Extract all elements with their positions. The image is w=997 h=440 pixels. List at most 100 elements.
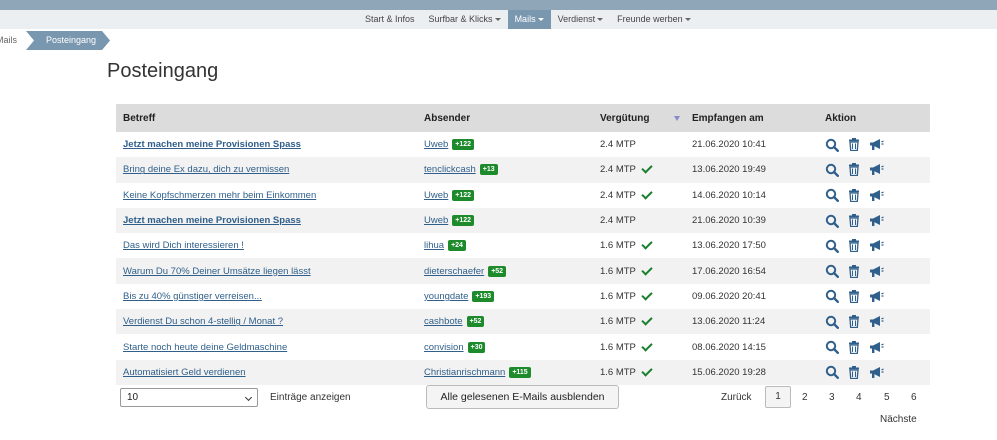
- trash-icon[interactable]: [848, 163, 860, 177]
- sort-desc-icon: [674, 116, 680, 121]
- trash-icon[interactable]: [848, 315, 860, 329]
- page-button-6[interactable]: 6: [911, 392, 917, 403]
- hide-read-button[interactable]: Alle gelesenen E-Mails ausblenden: [426, 385, 619, 409]
- nav-item-label: Verdienst: [557, 14, 596, 24]
- check-icon: [641, 188, 653, 200]
- mail-subject-link[interactable]: Verdienst Du schon 4-stellig / Monat ?: [123, 316, 283, 327]
- mail-subject-link[interactable]: Starte noch heute deine Geldmaschine: [123, 342, 287, 353]
- reward-value: 2.4 MTP: [600, 215, 636, 227]
- sender-badge: +24: [448, 240, 466, 252]
- reward-value: 1.6 MTP: [600, 341, 636, 353]
- sender-link[interactable]: convision: [424, 342, 464, 353]
- megaphone-icon[interactable]: [869, 189, 884, 202]
- sender-link[interactable]: Uweb: [424, 190, 448, 201]
- nav-item-label: Mails: [514, 14, 536, 24]
- trash-icon[interactable]: [848, 289, 860, 303]
- nav-item-start-infos[interactable]: Start & Infos: [358, 10, 422, 29]
- magnifier-icon[interactable]: [825, 315, 839, 329]
- table-body: Jetzt machen meine Provisionen Spass Uwe…: [116, 132, 930, 385]
- trash-icon[interactable]: [848, 138, 860, 152]
- mail-subject-link[interactable]: Keine Kopfschmerzen mehr beim Einkommen: [123, 190, 316, 201]
- megaphone-icon[interactable]: [869, 366, 884, 379]
- page-size-value: 10: [127, 392, 139, 403]
- nav-item-freunde-werben[interactable]: Freunde werben: [610, 10, 698, 29]
- nav-item-surfbar-klicks[interactable]: Surfbar & Klicks: [422, 10, 508, 29]
- megaphone-icon[interactable]: [869, 315, 884, 328]
- trash-icon[interactable]: [848, 264, 860, 278]
- caret-down-icon: [537, 18, 544, 22]
- page-button-5[interactable]: 5: [884, 392, 890, 403]
- magnifier-icon[interactable]: [825, 163, 839, 177]
- magnifier-icon[interactable]: [825, 340, 839, 355]
- trash-icon[interactable]: [848, 239, 860, 253]
- megaphone-icon[interactable]: [869, 214, 884, 227]
- sender-link[interactable]: Christianrischmann: [424, 367, 505, 378]
- sender-link[interactable]: dieterschaefer: [424, 266, 484, 277]
- caret-down-icon: [684, 18, 691, 22]
- table-row: Das wird Dich interessieren ! lihua +24 1…: [116, 233, 930, 259]
- magnifier-icon[interactable]: [825, 214, 839, 228]
- mail-subject-link[interactable]: Bring deine Ex dazu, dich zu vermissen: [123, 164, 289, 175]
- sender-link[interactable]: youngdate: [424, 291, 468, 302]
- reward-value: 1.6 MTP: [600, 240, 636, 252]
- megaphone-icon[interactable]: [869, 341, 884, 354]
- sender-link[interactable]: lihua: [424, 240, 444, 251]
- check-icon: [641, 263, 653, 276]
- check-icon: [641, 162, 653, 175]
- magnifier-icon[interactable]: [825, 264, 839, 279]
- reward-value: 1.6 MTP: [600, 265, 636, 277]
- sender-link[interactable]: tenclickcash: [424, 164, 476, 175]
- table-row: Verdienst Du schon 4-stellig / Monat ? c…: [116, 309, 930, 335]
- page-button-2[interactable]: 2: [802, 392, 808, 403]
- page-size-select[interactable]: 10: [120, 388, 258, 407]
- received-date: 14.06.2020 10:14: [692, 189, 766, 201]
- main-navigation: Start & Infos Surfbar & Klicks Mails Verdie…: [0, 10, 997, 29]
- mail-subject-link[interactable]: Das wird Dich interessieren !: [123, 240, 244, 251]
- page-title: Posteingang: [107, 60, 219, 82]
- sender-link[interactable]: Uweb: [424, 139, 448, 150]
- table-row: Starte noch heute deine Geldmaschine con…: [116, 334, 930, 360]
- nav-item-mails[interactable]: Mails: [507, 10, 551, 29]
- magnifier-icon[interactable]: [825, 188, 839, 203]
- mail-subject-link[interactable]: Warum Du 70% Deiner Umsätze liegen lässt: [123, 266, 311, 277]
- chevron-down-icon: [244, 393, 253, 402]
- table-row: Jetzt machen meine Provisionen Spass Uwe…: [116, 207, 930, 234]
- header-sender[interactable]: Absender: [424, 113, 470, 124]
- trash-icon[interactable]: [848, 214, 860, 228]
- magnifier-icon[interactable]: [825, 239, 839, 253]
- next-page-button[interactable]: Nächste: [880, 414, 917, 425]
- mail-subject-link[interactable]: Jetzt machen meine Provisionen Spass: [123, 215, 301, 226]
- table-row: Warum Du 70% Deiner Umsätze liegen lässt…: [116, 258, 930, 284]
- header-subject[interactable]: Betreff: [123, 113, 155, 124]
- mail-subject-link[interactable]: Jetzt machen meine Provisionen Spass: [123, 139, 301, 150]
- header-action: Aktion: [825, 112, 857, 124]
- nav-item-label: Freunde werben: [617, 14, 683, 24]
- magnifier-icon[interactable]: [825, 138, 839, 152]
- megaphone-icon[interactable]: [869, 290, 884, 303]
- magnifier-icon[interactable]: [825, 365, 839, 380]
- mail-subject-link[interactable]: Bis zu 40% günstiger verreisen...: [123, 291, 262, 302]
- trash-icon[interactable]: [848, 365, 860, 379]
- breadcrumb-posteingang: Posteingang: [26, 31, 110, 50]
- megaphone-icon[interactable]: [869, 163, 884, 176]
- trash-icon[interactable]: [848, 340, 860, 354]
- magnifier-icon[interactable]: [825, 289, 839, 304]
- received-date: 17.06.2020 16:54: [692, 265, 766, 277]
- nav-item-verdienst[interactable]: Verdienst: [551, 10, 611, 29]
- sender-link[interactable]: Uweb: [424, 215, 448, 226]
- trash-icon[interactable]: [848, 188, 860, 202]
- reward-value: 1.6 MTP: [600, 290, 636, 302]
- sender-link[interactable]: cashbote: [424, 316, 463, 327]
- page-button-3[interactable]: 3: [829, 392, 835, 403]
- table-row: Bis zu 40% günstiger verreisen... youngd…: [116, 283, 930, 310]
- megaphone-icon[interactable]: [869, 239, 884, 252]
- header-reward[interactable]: Vergütung: [600, 113, 649, 124]
- page-button-1[interactable]: 1: [765, 386, 791, 408]
- mail-subject-link[interactable]: Automatisiert Geld verdienen: [123, 367, 246, 378]
- megaphone-icon[interactable]: [869, 138, 884, 151]
- prev-page-button[interactable]: Zurück: [721, 392, 752, 403]
- header-received[interactable]: Empfangen am: [692, 113, 764, 124]
- sender-badge: +122: [452, 139, 475, 151]
- megaphone-icon[interactable]: [869, 265, 884, 278]
- page-button-4[interactable]: 4: [856, 392, 862, 403]
